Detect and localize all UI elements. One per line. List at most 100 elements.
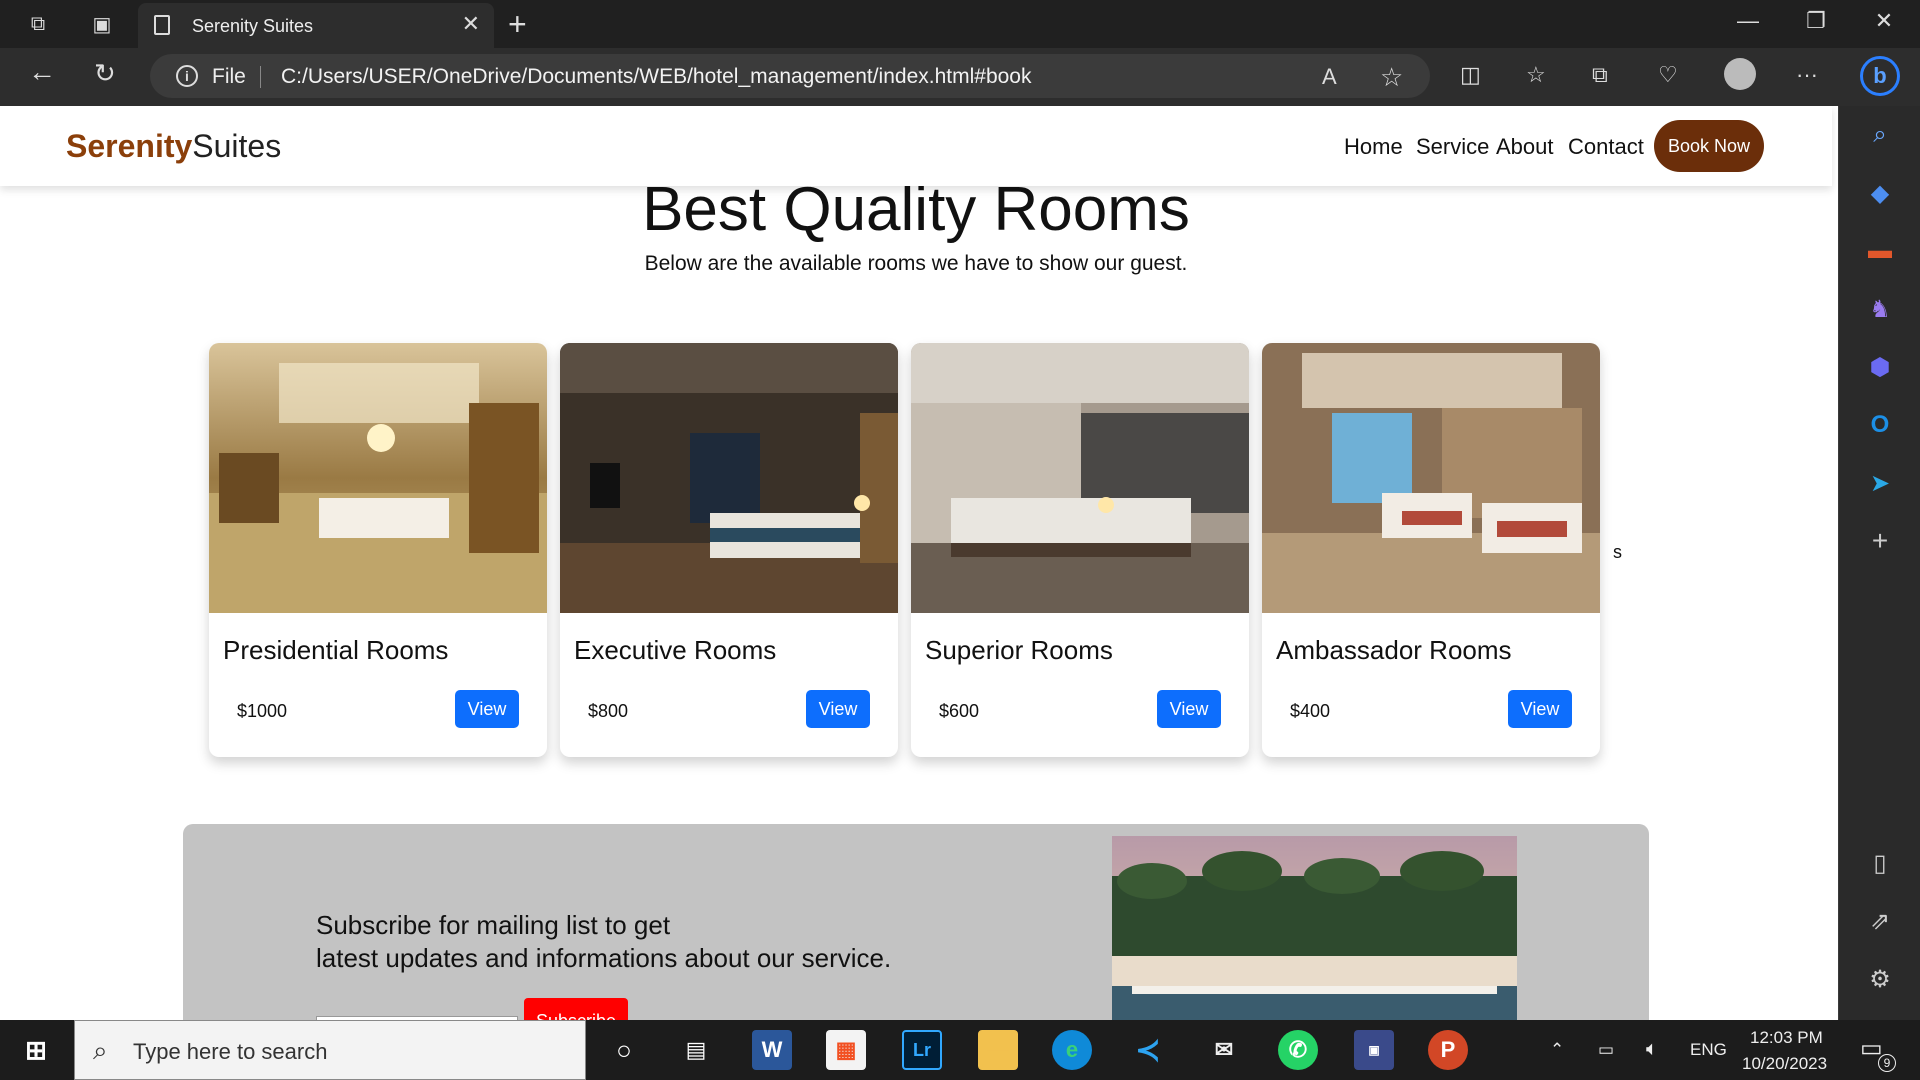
favorite-star-icon[interactable]: ☆	[1380, 62, 1403, 93]
read-aloud-icon[interactable]: A	[1322, 64, 1337, 90]
hide-sidebar-icon[interactable]: ▯	[1863, 846, 1897, 880]
taskbar-search[interactable]: ⌕ Type here to search	[74, 1020, 586, 1080]
site-logo[interactable]: SerenitySuites	[66, 128, 281, 165]
send-icon[interactable]: ➤	[1863, 466, 1897, 500]
browser-sidebar: ⌕ ◆ ▬ ♞ ⬢ O ➤ + ▯ ⇗ ⚙	[1838, 106, 1920, 1020]
room-card: Executive Rooms $800 View	[560, 343, 898, 757]
nav-home[interactable]: Home	[1344, 134, 1403, 160]
subscribe-button[interactable]: Subscribe	[524, 998, 628, 1020]
superior-room-image	[911, 343, 1249, 613]
task-view-icon[interactable]: ▤	[676, 1030, 716, 1070]
room-price: $800	[588, 701, 629, 721]
favorites-icon[interactable]: ☆	[1526, 62, 1546, 88]
nav-service[interactable]: Service	[1416, 134, 1489, 160]
search-icon[interactable]: ⌕	[1863, 118, 1897, 152]
back-icon[interactable]: ←	[28, 56, 56, 88]
add-icon[interactable]: +	[1863, 524, 1897, 558]
info-icon[interactable]: i	[176, 65, 198, 87]
workspaces-icon[interactable]: ⧉	[22, 8, 54, 40]
logo-light-text: Suites	[192, 128, 282, 164]
nav-contact[interactable]: Contact	[1568, 134, 1644, 160]
clock-time[interactable]: 12:03 PM	[1750, 1028, 1823, 1048]
search-icon: ⌕	[93, 1035, 108, 1065]
tools-icon[interactable]: ▬	[1863, 234, 1897, 268]
notification-count-badge: 9	[1878, 1054, 1896, 1072]
media-app-icon[interactable]: ▣	[1354, 1030, 1394, 1070]
nav-about[interactable]: About	[1496, 134, 1554, 160]
browser-essentials-icon[interactable]: ♡	[1658, 62, 1678, 88]
close-tab-icon[interactable]: ✕	[462, 11, 480, 37]
room-card: Presidential Rooms $1000 View	[209, 343, 547, 757]
outlook-icon[interactable]: O	[1863, 408, 1897, 442]
page-viewport: SerenitySuites Home Service About Contac…	[0, 106, 1838, 1020]
clock-date[interactable]: 10/20/2023	[1742, 1054, 1827, 1074]
browser-tab[interactable]: Serenity Suites ✕	[138, 3, 494, 48]
view-room-button[interactable]: View	[806, 690, 870, 728]
tab-actions-icon[interactable]: ▣	[86, 8, 118, 40]
room-price: $1000	[237, 701, 288, 721]
stray-text: s	[1613, 542, 1622, 562]
view-room-button[interactable]: View	[455, 690, 519, 728]
view-room-button[interactable]: View	[1157, 690, 1221, 728]
microsoft-store-icon[interactable]: ▦	[826, 1030, 866, 1070]
vscode-icon[interactable]: ≺	[1128, 1030, 1168, 1070]
new-tab-button[interactable]: +	[508, 6, 527, 43]
url-text[interactable]: C:/Users/USER/OneDrive/Documents/WEB/hot…	[281, 65, 1031, 89]
whatsapp-icon[interactable]: ✆	[1278, 1030, 1318, 1070]
collections-icon[interactable]: ⧉	[1592, 62, 1608, 88]
browser-tab-bar: ⧉ ▣ Serenity Suites ✕ + — ❐ ✕	[0, 0, 1920, 48]
profile-avatar-icon[interactable]	[1724, 58, 1756, 90]
restore-button[interactable]: ❐	[1796, 8, 1836, 34]
cortana-icon[interactable]: ○	[604, 1030, 644, 1070]
word-icon[interactable]: W	[752, 1030, 792, 1070]
executive-room-image	[560, 343, 898, 613]
tab-title: Serenity Suites	[192, 16, 314, 36]
room-price: $600	[939, 701, 980, 721]
more-menu-icon[interactable]: ···	[1796, 62, 1818, 88]
document-icon	[154, 15, 170, 35]
mail-icon[interactable]: ✉	[1204, 1030, 1244, 1070]
shopping-tag-icon[interactable]: ◆	[1863, 176, 1897, 210]
split-screen-icon[interactable]: ◫	[1460, 62, 1481, 88]
language-indicator[interactable]: ENG	[1690, 1040, 1727, 1060]
room-name: Superior Rooms	[925, 635, 1113, 665]
windows-start-icon[interactable]: ⊞	[16, 1030, 56, 1070]
refresh-icon[interactable]: ↻	[94, 58, 116, 89]
copilot-icon[interactable]: b	[1860, 56, 1900, 96]
subscribe-text-line-1: Subscribe for mailing list to get	[316, 910, 671, 940]
file-explorer-icon[interactable]: ▬	[978, 1030, 1018, 1070]
close-window-button[interactable]: ✕	[1864, 8, 1904, 34]
resort-pool-image	[1112, 836, 1517, 1020]
open-external-icon[interactable]: ⇗	[1863, 904, 1897, 938]
minimize-button[interactable]: —	[1728, 8, 1768, 34]
microsoft-365-icon[interactable]: ⬢	[1863, 350, 1897, 384]
tray-overflow-icon[interactable]: ⌃	[1550, 1040, 1564, 1060]
address-separator	[260, 66, 261, 88]
battery-icon[interactable]: ▭	[1598, 1040, 1614, 1060]
site-header: SerenitySuites Home Service About Contac…	[0, 106, 1832, 186]
ambassador-room-image	[1262, 343, 1600, 613]
presidential-room-image	[209, 343, 547, 613]
logo-bold-text: Serenity	[66, 128, 193, 164]
address-scheme-label: File	[212, 65, 246, 88]
games-icon[interactable]: ♞	[1863, 292, 1897, 326]
room-card: Ambassador Rooms $400 View	[1262, 343, 1600, 757]
subscribe-section: Subscribe for mailing list to get latest…	[183, 824, 1649, 1020]
view-room-button[interactable]: View	[1508, 690, 1572, 728]
room-name: Ambassador Rooms	[1276, 635, 1512, 665]
address-bar[interactable]: i File C:/Users/USER/OneDrive/Documents/…	[150, 54, 1430, 98]
browser-toolbar: ← ↻ i File C:/Users/USER/OneDrive/Docume…	[0, 48, 1920, 106]
room-price: $400	[1290, 701, 1331, 721]
taskbar-search-placeholder: Type here to search	[133, 1039, 328, 1064]
room-name: Executive Rooms	[574, 635, 777, 665]
windows-taskbar: ⊞ ⌕ Type here to search ○ ▤ W ▦ Lr ▬ e ≺…	[0, 1020, 1920, 1080]
room-card: Superior Rooms $600 View	[911, 343, 1249, 757]
lightroom-icon[interactable]: Lr	[902, 1030, 942, 1070]
book-now-button[interactable]: Book Now	[1654, 120, 1764, 172]
room-name: Presidential Rooms	[223, 635, 449, 665]
powerpoint-icon[interactable]: P	[1428, 1030, 1468, 1070]
settings-gear-icon[interactable]: ⚙	[1863, 962, 1897, 996]
volume-icon[interactable]: 🔈︎	[1646, 1038, 1658, 1061]
subscribe-text-line-2: latest updates and informations about ou…	[316, 943, 892, 973]
edge-icon[interactable]: e	[1052, 1030, 1092, 1070]
